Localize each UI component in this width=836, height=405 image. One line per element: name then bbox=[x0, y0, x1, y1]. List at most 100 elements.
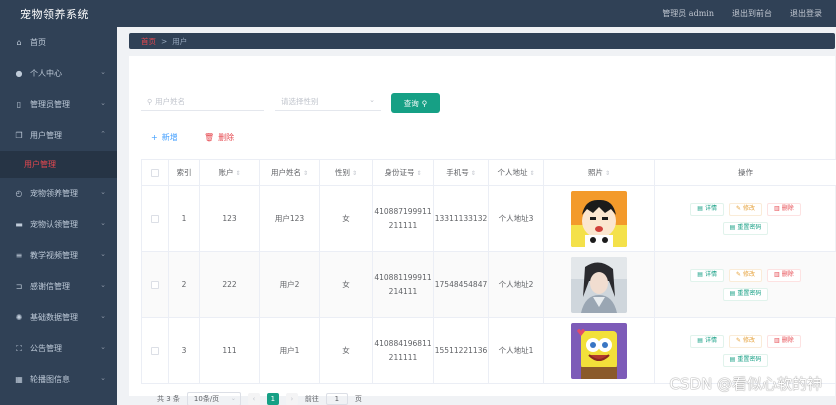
column-header[interactable]: 性别 ⇕ bbox=[319, 159, 373, 186]
chevron-down-icon: ⌄ bbox=[230, 395, 236, 402]
sidebar-item-label: 公告管理 bbox=[30, 344, 62, 353]
row-checkbox[interactable] bbox=[151, 346, 159, 355]
query-button[interactable]: 查询 ⚲ bbox=[391, 93, 440, 113]
sidebar-item-notices[interactable]: ⛶ 公告管理 ⌄ bbox=[0, 333, 117, 364]
breadcrumb-home[interactable]: 首页 bbox=[141, 36, 156, 47]
goto-label: 前往 bbox=[304, 395, 319, 403]
cell-address: 个人地址2 bbox=[488, 251, 544, 318]
column-header[interactable]: 用户姓名 ⇕ bbox=[259, 159, 320, 186]
back-to-front-link[interactable]: 退出到前台 bbox=[732, 8, 772, 19]
user-photo bbox=[571, 190, 627, 247]
sidebar-subitem-users[interactable]: 用户管理 bbox=[0, 151, 117, 178]
delete-button[interactable]: ▥ 删除 bbox=[767, 202, 801, 216]
goto-page-input[interactable]: 1 bbox=[325, 393, 348, 405]
page-size-select[interactable]: 10条/页 ⌄ bbox=[186, 392, 241, 405]
sidebar-item-thanks[interactable]: ⊐ 感谢信管理 ⌄ bbox=[0, 271, 117, 302]
prev-page-button[interactable]: ‹ bbox=[247, 393, 260, 405]
users-table: 索引 账户 ⇕ 用户姓名 ⇕ 性别 ⇕ 身份证号 ⇕ 手机号 ⇕ 个人地址 ⇕ 照片 ⇕ 操作… bbox=[141, 159, 836, 384]
reset-password-button[interactable]: ▤ 重置密码 bbox=[722, 353, 769, 367]
crop-icon: ⊐ bbox=[15, 282, 23, 291]
search-name-input[interactable]: ⚲ 用户姓名 bbox=[141, 93, 264, 111]
chevron-down-icon: ⌄ bbox=[100, 312, 106, 320]
sidebar: ⌂ 首页 ● 个人中心 ⌄ ▯ 管理员管理 ⌄ ❐ 用户管理 ⌃ 用户管理 ◴ … bbox=[0, 27, 117, 405]
sidebar-item-base-data[interactable]: ✺ 基础数据管理 ⌄ bbox=[0, 302, 117, 333]
app-title: 宠物领养系统 bbox=[20, 7, 89, 21]
pagination-total: 共 3 条 bbox=[157, 395, 180, 403]
chevron-down-icon: ⌄ bbox=[100, 250, 106, 258]
menu-icon: ≡ bbox=[15, 251, 23, 260]
chevron-up-icon: ⌃ bbox=[100, 130, 106, 138]
document-icon: ▤ bbox=[697, 205, 703, 212]
trash-icon: 🗑 bbox=[204, 133, 215, 142]
select-all-cell[interactable] bbox=[141, 159, 169, 186]
pencil-icon: ✎ bbox=[735, 271, 741, 278]
sidebar-item-label: 感谢信管理 bbox=[30, 282, 70, 291]
cell-index: 1 bbox=[168, 185, 200, 252]
chevron-down-icon: ⌄ bbox=[100, 188, 106, 196]
edit-button[interactable]: ✎ 修改 bbox=[728, 334, 763, 348]
edit-button[interactable]: ✎ 修改 bbox=[728, 268, 763, 282]
detail-button[interactable]: ▤ 详情 bbox=[690, 268, 724, 282]
page-unit-label: 页 bbox=[354, 395, 362, 403]
sidebar-item-label: 个人中心 bbox=[30, 69, 62, 78]
batch-delete-button[interactable]: 🗑 删除 bbox=[204, 132, 234, 143]
cell-id-number: 410884196811 211111 bbox=[372, 317, 434, 384]
page-number-button[interactable]: 1 bbox=[266, 393, 279, 405]
detail-button[interactable]: ▤ 详情 bbox=[690, 202, 724, 216]
select-all-checkbox[interactable] bbox=[151, 169, 159, 177]
copy-icon: ❐ bbox=[15, 131, 23, 140]
settings-icon: ✺ bbox=[15, 313, 23, 322]
sidebar-item-label: 宠物领养管理 bbox=[30, 189, 78, 198]
add-button[interactable]: + 新增 bbox=[151, 132, 178, 143]
sidebar-item-videos[interactable]: ≡ 教学视频管理 ⌄ bbox=[0, 240, 117, 271]
column-header[interactable]: 个人地址 ⇕ bbox=[488, 159, 544, 186]
query-button-label: 查询 bbox=[403, 98, 419, 108]
table-row: 1 123 用户123 女 410887199911 211111 1331113… bbox=[141, 185, 836, 252]
detail-button[interactable]: ▤ 详情 bbox=[690, 334, 724, 348]
logout-link[interactable]: 退出登录 bbox=[790, 8, 822, 19]
cell-id-number: 410881199911 214111 bbox=[372, 251, 434, 318]
trash-icon: ▥ bbox=[774, 337, 780, 344]
next-page-button[interactable]: › bbox=[285, 393, 298, 405]
edit-button[interactable]: ✎ 修改 bbox=[728, 202, 763, 216]
breadcrumb: 首页 > 用户 bbox=[129, 33, 835, 49]
sidebar-item-admins[interactable]: ▯ 管理员管理 ⌄ bbox=[0, 89, 117, 120]
row-checkbox[interactable] bbox=[151, 280, 159, 289]
cell-address: 个人地址1 bbox=[488, 317, 544, 384]
batch-delete-label: 删除 bbox=[218, 133, 235, 142]
chevron-down-icon: ⌄ bbox=[100, 374, 106, 382]
cell-account: 111 bbox=[199, 317, 260, 384]
table-header-row: 索引 账户 ⇕ 用户姓名 ⇕ 性别 ⇕ 身份证号 ⇕ 手机号 ⇕ 个人地址 ⇕ 照片 ⇕ 操作 bbox=[141, 159, 836, 186]
sidebar-item-carousel[interactable]: ▦ 轮播图信息 ⌄ bbox=[0, 364, 117, 395]
sidebar-item-profile[interactable]: ● 个人中心 ⌄ bbox=[0, 58, 117, 89]
chevron-down-icon: ⌄ bbox=[100, 219, 106, 227]
gender-select[interactable]: 请选择性别 ⌄ bbox=[275, 93, 381, 111]
cell-actions: ▤ 详情 ✎ 修改 ▥ 删除 ▤ 重置密码 bbox=[654, 185, 836, 252]
column-header[interactable]: 账户 ⇕ bbox=[199, 159, 260, 186]
search-icon: ⚲ bbox=[421, 98, 428, 108]
delete-button[interactable]: ▥ 删除 bbox=[767, 334, 801, 348]
cell-address: 个人地址3 bbox=[488, 185, 544, 252]
search-name-placeholder: 用户姓名 bbox=[155, 97, 186, 106]
row-checkbox[interactable] bbox=[151, 214, 159, 223]
home-icon: ⌂ bbox=[16, 38, 22, 47]
document-icon: ▤ bbox=[729, 356, 736, 363]
phone-icon: ▯ bbox=[16, 100, 22, 109]
delete-button[interactable]: ▥ 删除 bbox=[767, 268, 801, 282]
sidebar-item-users[interactable]: ❐ 用户管理 ⌃ bbox=[0, 120, 117, 151]
column-header[interactable]: 手机号 ⇕ bbox=[433, 159, 489, 186]
column-header[interactable]: 身份证号 ⇕ bbox=[372, 159, 434, 186]
sidebar-subitem-label: 用户管理 bbox=[24, 160, 56, 169]
sidebar-item-pet-adoption[interactable]: ◴ 宠物领养管理 ⌄ bbox=[0, 178, 117, 209]
reset-password-button[interactable]: ▤ 重置密码 bbox=[722, 287, 769, 301]
sort-icon: ⇕ bbox=[302, 170, 309, 177]
column-header[interactable]: 照片 ⇕ bbox=[543, 159, 655, 186]
watermark: CSDN @看似心软的神 bbox=[669, 375, 822, 393]
document-icon: ▤ bbox=[729, 290, 736, 297]
sidebar-item-home[interactable]: ⌂ 首页 bbox=[0, 27, 117, 58]
cell-photo bbox=[543, 185, 655, 252]
reset-password-button[interactable]: ▤ 重置密码 bbox=[722, 221, 769, 235]
sidebar-item-pet-claim[interactable]: ▬ 宠物认领管理 ⌄ bbox=[0, 209, 117, 240]
document-icon: ▤ bbox=[697, 271, 703, 278]
cell-name: 用户2 bbox=[259, 251, 320, 318]
